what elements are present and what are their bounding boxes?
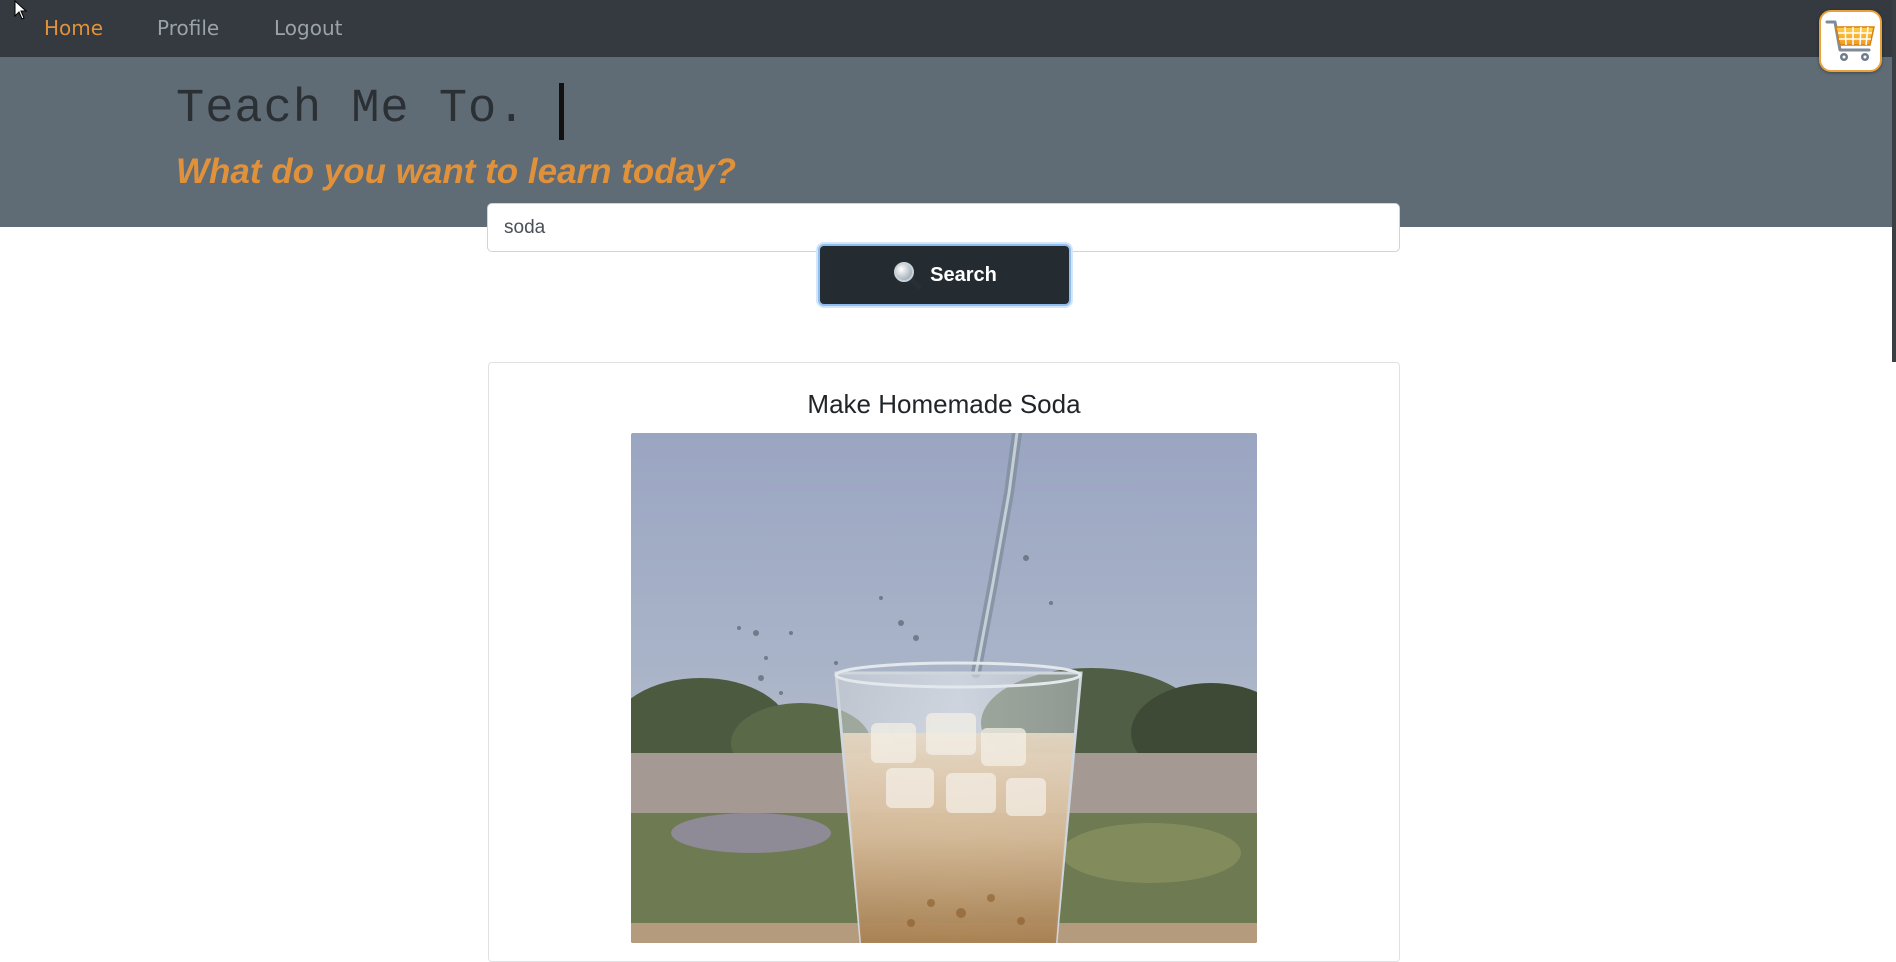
scrollbar[interactable]	[1892, 0, 1896, 362]
nav-profile-link[interactable]: Profile	[157, 16, 219, 40]
shopping-cart-icon	[1825, 20, 1875, 61]
search-button[interactable]: Search	[818, 244, 1071, 306]
mouse-cursor-icon	[14, 0, 28, 20]
hero-tagline: What do you want to learn today?	[176, 152, 736, 191]
nav-logout-link[interactable]: Logout	[274, 16, 342, 40]
top-navbar: Home Profile Logout	[0, 0, 1896, 57]
nav-home-link[interactable]: Home	[44, 16, 103, 40]
magnifier-icon	[894, 262, 922, 290]
shopping-cart-button[interactable]	[1819, 10, 1882, 72]
soda-pouring-into-glass-photo[interactable]	[631, 433, 1257, 943]
typing-caret	[559, 83, 564, 140]
search-button-label: Search	[930, 263, 997, 286]
result-card-title: Make Homemade Soda	[807, 389, 1081, 419]
site-title: Teach Me To.	[176, 83, 527, 136]
result-card[interactable]: Make Homemade Soda	[488, 362, 1400, 962]
soda-photo-image	[631, 433, 1257, 943]
